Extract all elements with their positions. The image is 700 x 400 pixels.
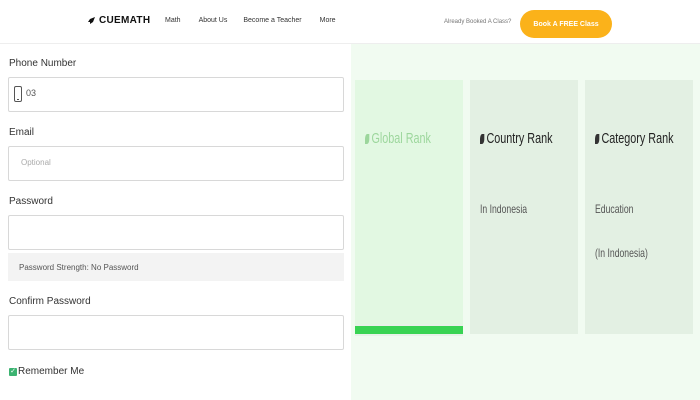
nav-about-us[interactable]: About Us [199, 17, 228, 24]
email-placeholder: Optional [21, 158, 51, 167]
password-field[interactable] [8, 215, 344, 250]
nav-more[interactable]: More [320, 17, 336, 24]
email-field[interactable]: Optional [8, 146, 344, 181]
already-booked-link[interactable]: Already Booked A Class? [444, 19, 511, 25]
country-rank-sub: In Indonesia [480, 202, 528, 216]
remember-me-label: Remember Me [18, 366, 85, 377]
phone-number-label: Phone Number [9, 58, 77, 69]
global-rank-progress-fill [355, 326, 463, 334]
phone-icon [14, 86, 22, 102]
category-rank-card: Category Rank Education (In Indonesia) [585, 80, 693, 334]
nav-become-teacher[interactable]: Become a Teacher [243, 17, 301, 24]
password-strength-bar: Password Strength: No Password [8, 253, 344, 281]
global-rank-title: Global Rank [365, 130, 431, 147]
password-strength-text: Password Strength: No Password [19, 263, 139, 272]
category-rank-sub-2: (In Indonesia) [595, 246, 648, 260]
confirm-password-label: Confirm Password [9, 296, 91, 307]
country-rank-title: Country Rank [480, 130, 553, 147]
phone-number-value: 03 [26, 88, 37, 98]
leaf-icon [365, 133, 370, 144]
top-header: CUEMATH Math About Us Become a Teacher M… [0, 0, 700, 44]
global-rank-label: Global Rank [371, 130, 431, 147]
rank-panel: Global Rank Country Rank In Indonesia Ca… [351, 44, 700, 400]
logo-text: CUEMATH [99, 15, 151, 26]
nav-math[interactable]: Math [165, 17, 181, 24]
remember-me-checkbox[interactable]: ✓ [9, 367, 17, 376]
signup-form: Phone Number 03 Email Optional Password … [0, 44, 350, 400]
remember-me[interactable]: ✓ Remember Me [9, 366, 84, 377]
book-free-class-button[interactable]: Book A FREE Class [520, 10, 612, 38]
main-nav: Math About Us Become a Teacher More [165, 17, 336, 24]
leaf-icon [480, 133, 485, 144]
confirm-password-field[interactable] [8, 315, 344, 350]
phone-number-field[interactable]: 03 [8, 77, 344, 112]
leaf-icon [595, 133, 600, 144]
category-rank-title: Category Rank [595, 130, 674, 147]
global-rank-card: Global Rank [355, 80, 463, 334]
country-rank-card: Country Rank In Indonesia [470, 80, 578, 334]
category-rank-sub-1: Education [595, 202, 634, 216]
category-rank-label: Category Rank [601, 130, 674, 147]
rocket-icon [88, 16, 95, 24]
country-rank-label: Country Rank [486, 130, 553, 147]
cuemath-logo[interactable]: CUEMATH [86, 15, 150, 26]
password-label: Password [9, 196, 53, 207]
email-label: Email [9, 127, 35, 138]
